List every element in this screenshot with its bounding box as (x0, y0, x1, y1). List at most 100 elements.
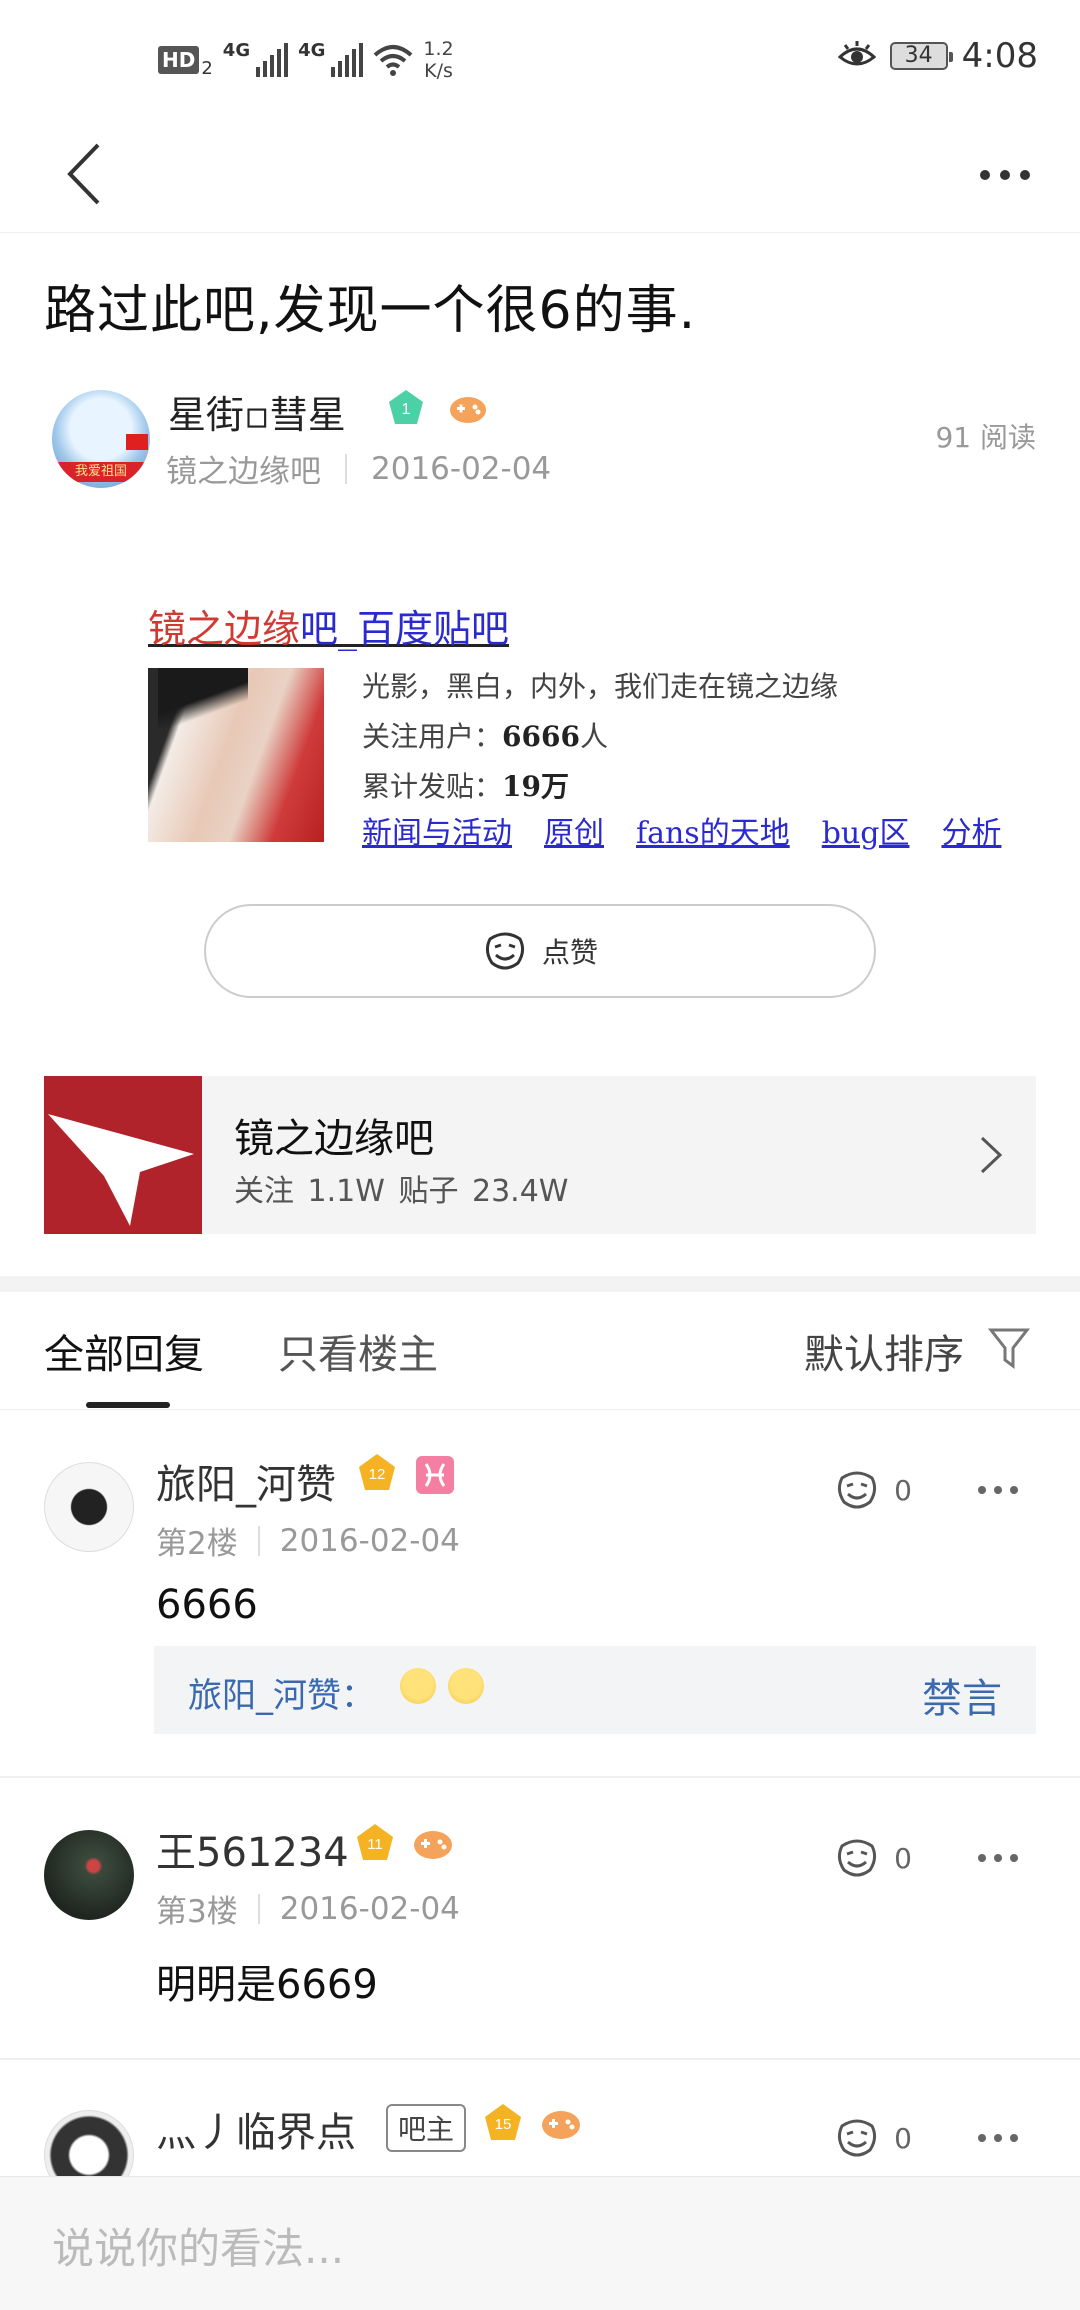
comment-level: 15 (495, 2116, 512, 2133)
embed-link-fans[interactable]: fans的天地 (636, 808, 790, 852)
comment-text: 6666 (156, 1582, 258, 1628)
dot-icon (1020, 170, 1030, 180)
section-divider (0, 1276, 1080, 1292)
status-bar: HD 2 4G 4G 1.2 K/s 34 4:08 (0, 0, 1080, 115)
dot-icon (978, 1486, 986, 1494)
divider (257, 1893, 260, 1924)
comment-more-button[interactable] (978, 2128, 1032, 2148)
forum-logo (44, 1076, 202, 1234)
status-right: 34 4:08 (837, 36, 1038, 76)
read-count: 91 阅读 (935, 421, 1036, 454)
like-icon (838, 1471, 877, 1509)
mute-button[interactable]: 禁言 (922, 1666, 1002, 1724)
forum-card[interactable]: 镜之边缘吧 关注 1.1W 贴子 23.4W (44, 1076, 1036, 1234)
embed-image (148, 668, 324, 842)
embedded-forum-preview: 镜之边缘吧_百度贴吧 光影，黑白，内外，我们走在镜之边缘 关注用户：6666人 … (148, 598, 1028, 858)
tab-owner-only[interactable]: 只看楼主 (278, 1322, 438, 1380)
comment-divider (0, 1776, 1080, 1778)
embed-link-bug[interactable]: bug区 (822, 808, 910, 852)
comment-floor: 第2楼 (156, 1526, 238, 1562)
comment-date: 2016-02-04 (279, 1522, 460, 1559)
comment-more-button[interactable] (978, 1848, 1032, 1868)
back-button[interactable] (58, 139, 118, 209)
speed-unit: K/s (424, 60, 453, 82)
dot-icon (994, 1486, 1002, 1494)
comment-level: 12 (369, 1466, 386, 1483)
followers-value: 6666 (502, 720, 580, 753)
dot-icon (978, 1854, 986, 1862)
forum-owner-tag: 吧主 (386, 2104, 467, 2152)
like-button[interactable]: 点赞 (204, 904, 876, 998)
comment-author[interactable]: 灬丿临界点 (156, 2100, 356, 2158)
comment-floor: 第3楼 (156, 1894, 238, 1930)
game-badge-icon (450, 397, 486, 423)
like-button-label: 点赞 (541, 936, 598, 969)
author-avatar[interactable]: 我爱祖国 (52, 390, 150, 488)
comment-avatar[interactable] (44, 1462, 134, 1552)
flag-icon (126, 434, 148, 450)
comment-author[interactable]: 王561234 (156, 1820, 349, 1878)
embed-title-red: 镜之边缘 (148, 607, 301, 651)
chevron-right-icon (980, 1136, 1003, 1174)
author-name[interactable]: 星街▫彗星 (168, 384, 346, 439)
embed-title[interactable]: 镜之边缘吧_百度贴吧 (148, 598, 509, 653)
comment-text: 明明是6669 (156, 1962, 378, 2008)
signal-icon (331, 43, 364, 77)
forum-link[interactable]: 镜之边缘吧 (166, 446, 321, 491)
embed-followers: 关注用户：6666人 (362, 712, 838, 762)
reply-input-bar[interactable]: 说说你的看法... (0, 2176, 1080, 2310)
posts-value: 19万 (502, 770, 569, 803)
comment-like-count: 0 (894, 1841, 912, 1875)
dot-icon (994, 2134, 1002, 2142)
embed-title-blue: 吧_百度贴吧 (300, 607, 510, 651)
comment-more-button[interactable] (978, 1480, 1032, 1500)
pisces-badge-icon (416, 1456, 454, 1494)
embed-links: 新闻与活动 原创 fans的天地 bug区 分析 (362, 808, 1001, 852)
more-options-button[interactable] (970, 155, 1040, 195)
comment-meta: 第3楼 2016-02-04 (156, 1886, 460, 1931)
like-icon (838, 1839, 877, 1877)
post-title: 路过此吧,发现一个很6的事. (44, 281, 697, 341)
comment-like-button[interactable]: 0 (834, 1838, 912, 1878)
game-badge-icon (542, 2111, 580, 2139)
embed-link-original[interactable]: 原创 (544, 808, 604, 852)
eye-comfort-icon (837, 41, 876, 66)
dot-icon (978, 2134, 986, 2142)
filter-icon[interactable] (988, 1326, 1030, 1370)
comment-like-button[interactable]: 0 (834, 2118, 912, 2158)
embed-link-analysis[interactable]: 分析 (941, 808, 1001, 852)
sort-dropdown[interactable]: 默认排序 (804, 1322, 964, 1380)
game-badge-icon (414, 1831, 452, 1859)
embed-posts: 累计发贴：19万 (362, 762, 838, 812)
level-badge-icon: 12 (359, 1454, 395, 1490)
comment-meta: 第2楼 2016-02-04 (156, 1518, 460, 1563)
sub-reply-author[interactable]: 旅阳_河赞： (188, 1668, 375, 1717)
status-left: HD 2 4G 4G 1.2 K/s (158, 38, 454, 82)
nav-bar (0, 115, 1080, 233)
dot-icon (1010, 1854, 1018, 1862)
sub-reply[interactable]: 旅阳_河赞： 禁言 (154, 1646, 1036, 1734)
comment-like-button[interactable]: 0 (834, 1470, 912, 1510)
comment-avatar[interactable] (44, 1830, 134, 1920)
network-speed: 1.2 K/s (423, 38, 453, 82)
embed-slogan: 光影，黑白，内外，我们走在镜之边缘 (362, 670, 839, 703)
forum-card-stats: 关注 1.1W 贴子 23.4W (234, 1174, 569, 1209)
comment-like-count: 0 (894, 2121, 912, 2155)
speed-value: 1.2 (423, 38, 454, 60)
comment-date: 2016-02-04 (279, 1890, 460, 1927)
level-badge-icon: 11 (357, 1824, 393, 1860)
post-meta: 镜之边缘吧 2016-02-04 (166, 446, 551, 491)
like-icon (485, 932, 525, 970)
level-badge-icon: 15 (485, 2104, 521, 2140)
level-badge-icon: 1 (389, 390, 423, 424)
comment-author[interactable]: 旅阳_河赞 (156, 1452, 336, 1510)
avatar-banner: 我爱祖国 (56, 462, 146, 482)
followers-unit: 人 (579, 720, 608, 753)
post-date: 2016-02-04 (371, 450, 552, 487)
emoji-icon (448, 1668, 484, 1704)
tab-all-replies[interactable]: 全部回复 (44, 1322, 204, 1380)
embed-link-news[interactable]: 新闻与活动 (362, 808, 512, 852)
reply-input[interactable]: 说说你的看法... (52, 2215, 344, 2276)
clock: 4:08 (961, 36, 1038, 76)
sim-number: 2 (201, 57, 213, 79)
